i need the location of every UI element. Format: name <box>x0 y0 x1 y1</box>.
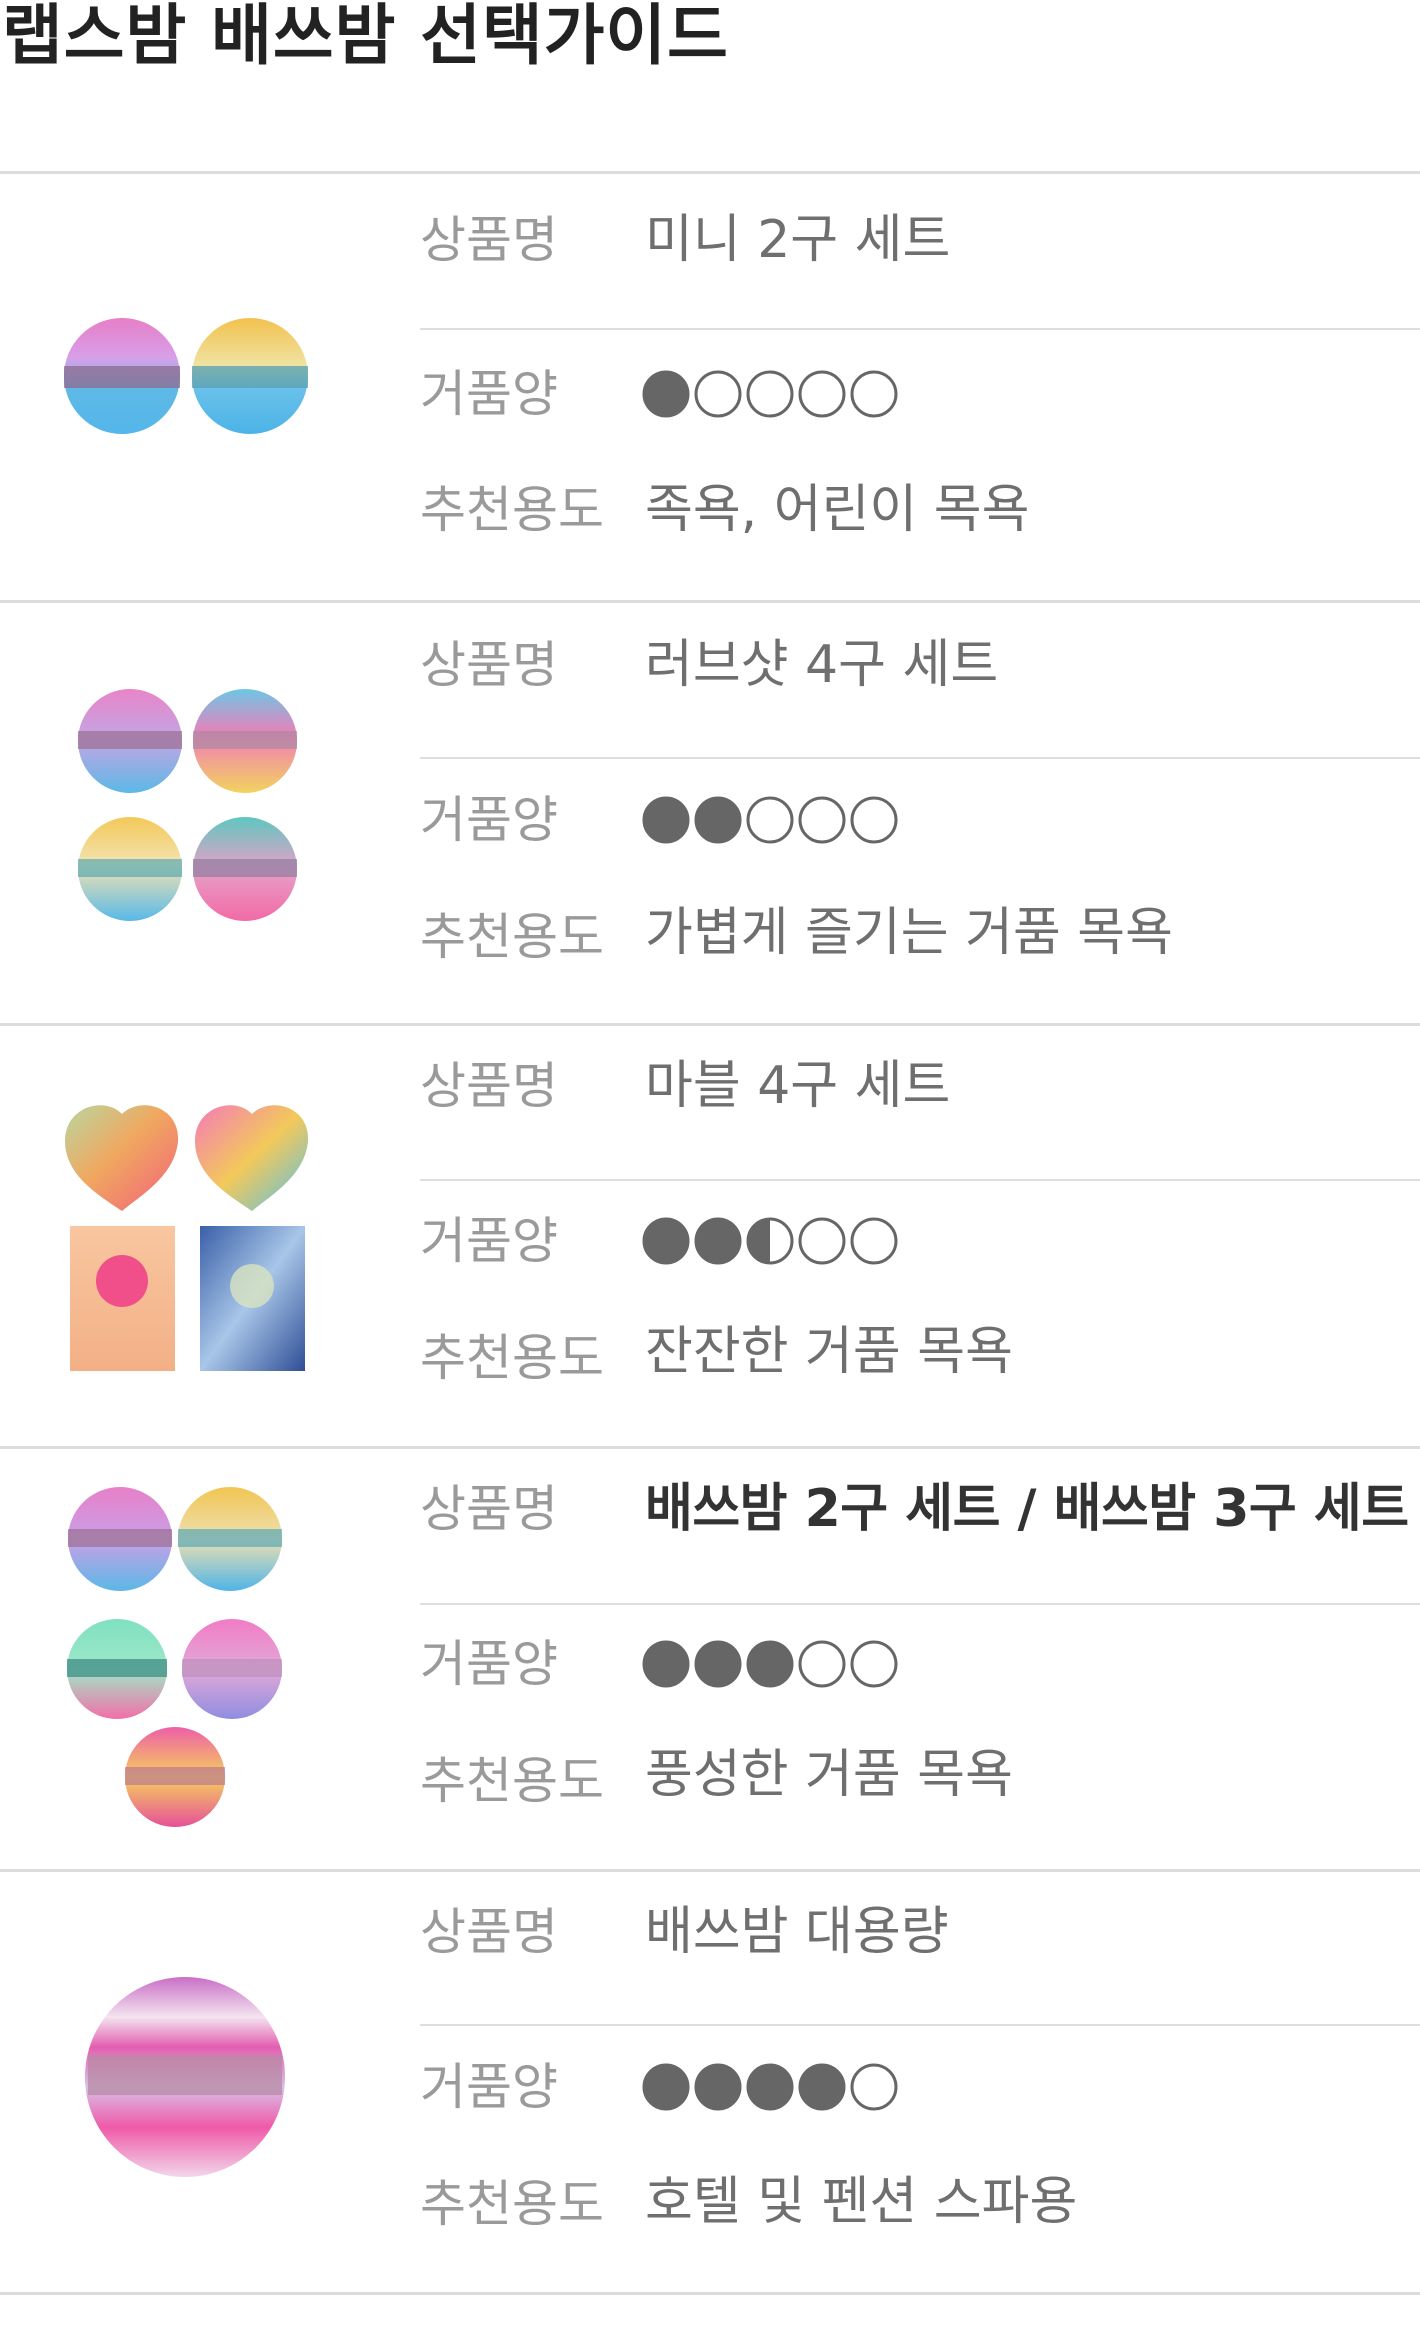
recommended-use: 호텔 및 펜션 스파용 <box>645 2172 1078 2232</box>
foam-dot-full <box>746 1640 794 1688</box>
foam-dot-full <box>694 1217 742 1265</box>
product-name: 배쓰밤 2구 세트 / 배쓰밤 3구 세트 <box>645 1479 1409 1539</box>
foam-dot-empty <box>850 370 898 418</box>
foam-dot-empty <box>850 796 898 844</box>
foam-dot-full <box>642 370 690 418</box>
foam-label: 거품양 <box>420 365 558 423</box>
foam-rating <box>642 790 898 850</box>
foam-dot-full <box>798 2063 846 2111</box>
product-row-4: 상품명 배쓰밤 2구 세트 / 배쓰밤 3구 세트 거품양 추천용도 풍성한 거… <box>0 1449 1420 1869</box>
product-image-bathbomb-set <box>60 1484 320 1834</box>
foam-dot-full <box>694 2063 742 2111</box>
page-title: 랩스밤 배쓰밤 선택가이드 <box>2 0 729 74</box>
inner-divider <box>420 757 1420 759</box>
product-name-label: 상품명 <box>420 1480 558 1538</box>
foam-rating <box>642 364 898 424</box>
foam-dot-full <box>694 796 742 844</box>
product-name: 마블 4구 세트 <box>645 1056 951 1116</box>
divider <box>0 2292 1420 2295</box>
foam-rating <box>642 2057 898 2117</box>
foam-dot-full <box>694 1640 742 1688</box>
recommended-use: 잔잔한 거품 목욕 <box>645 1322 1013 1382</box>
product-image-marble-set <box>60 1096 320 1371</box>
product-name: 러브샷 4구 세트 <box>645 635 999 695</box>
product-name-label: 상품명 <box>420 211 558 269</box>
product-row-1: 상품명 미니 2구 세트 거품양 추천용도 족욕, 어린이 목욕 <box>0 174 1420 600</box>
foam-label: 거품양 <box>420 1635 558 1693</box>
foam-dot-full <box>746 2063 794 2111</box>
product-image-mini-set <box>60 314 320 444</box>
foam-dot-empty <box>850 1217 898 1265</box>
product-image-large-bathbomb <box>60 1967 320 2187</box>
product-name-label: 상품명 <box>420 1903 558 1961</box>
foam-dot-empty <box>798 1640 846 1688</box>
foam-dot-full <box>642 2063 690 2111</box>
foam-dot-empty <box>798 796 846 844</box>
foam-dot-empty <box>746 796 794 844</box>
inner-divider <box>420 2024 1420 2026</box>
product-name-label: 상품명 <box>420 636 558 694</box>
product-name-label: 상품명 <box>420 1057 558 1115</box>
product-row-2: 상품명 러브샷 4구 세트 거품양 추천용도 가볍게 즐기는 거품 목욕 <box>0 603 1420 1023</box>
product-image-loveshot-set <box>60 683 320 933</box>
product-name: 배쓰밤 대용량 <box>645 1902 949 1962</box>
foam-label: 거품양 <box>420 1212 558 1270</box>
use-label: 추천용도 <box>420 2175 604 2233</box>
foam-dot-half <box>746 1217 794 1265</box>
inner-divider <box>420 1179 1420 1181</box>
foam-dot-full <box>642 1640 690 1688</box>
use-label: 추천용도 <box>420 1329 604 1387</box>
product-row-3: 상품명 마블 4구 세트 거품양 추천용도 잔잔한 거품 목욕 <box>0 1026 1420 1446</box>
recommended-use: 족욕, 어린이 목욕 <box>645 480 1030 540</box>
product-row-5: 상품명 배쓰밤 대용량 거품양 추천용도 호텔 및 펜션 스파용 <box>0 1872 1420 2292</box>
foam-dot-empty <box>850 1640 898 1688</box>
foam-dot-empty <box>746 370 794 418</box>
foam-dot-empty <box>694 370 742 418</box>
foam-label: 거품양 <box>420 2058 558 2116</box>
foam-label: 거품양 <box>420 791 558 849</box>
foam-rating <box>642 1211 898 1271</box>
use-label: 추천용도 <box>420 1752 604 1810</box>
recommended-use: 가볍게 즐기는 거품 목욕 <box>645 903 1173 963</box>
inner-divider <box>420 328 1420 330</box>
foam-rating <box>642 1634 898 1694</box>
use-label: 추천용도 <box>420 908 604 966</box>
foam-dot-full <box>642 796 690 844</box>
foam-dot-empty <box>850 2063 898 2111</box>
inner-divider <box>420 1603 1420 1605</box>
foam-dot-empty <box>798 370 846 418</box>
use-label: 추천용도 <box>420 481 604 539</box>
foam-dot-empty <box>798 1217 846 1265</box>
foam-dot-full <box>642 1217 690 1265</box>
recommended-use: 풍성한 거품 목욕 <box>645 1745 1013 1805</box>
product-name: 미니 2구 세트 <box>645 210 951 270</box>
